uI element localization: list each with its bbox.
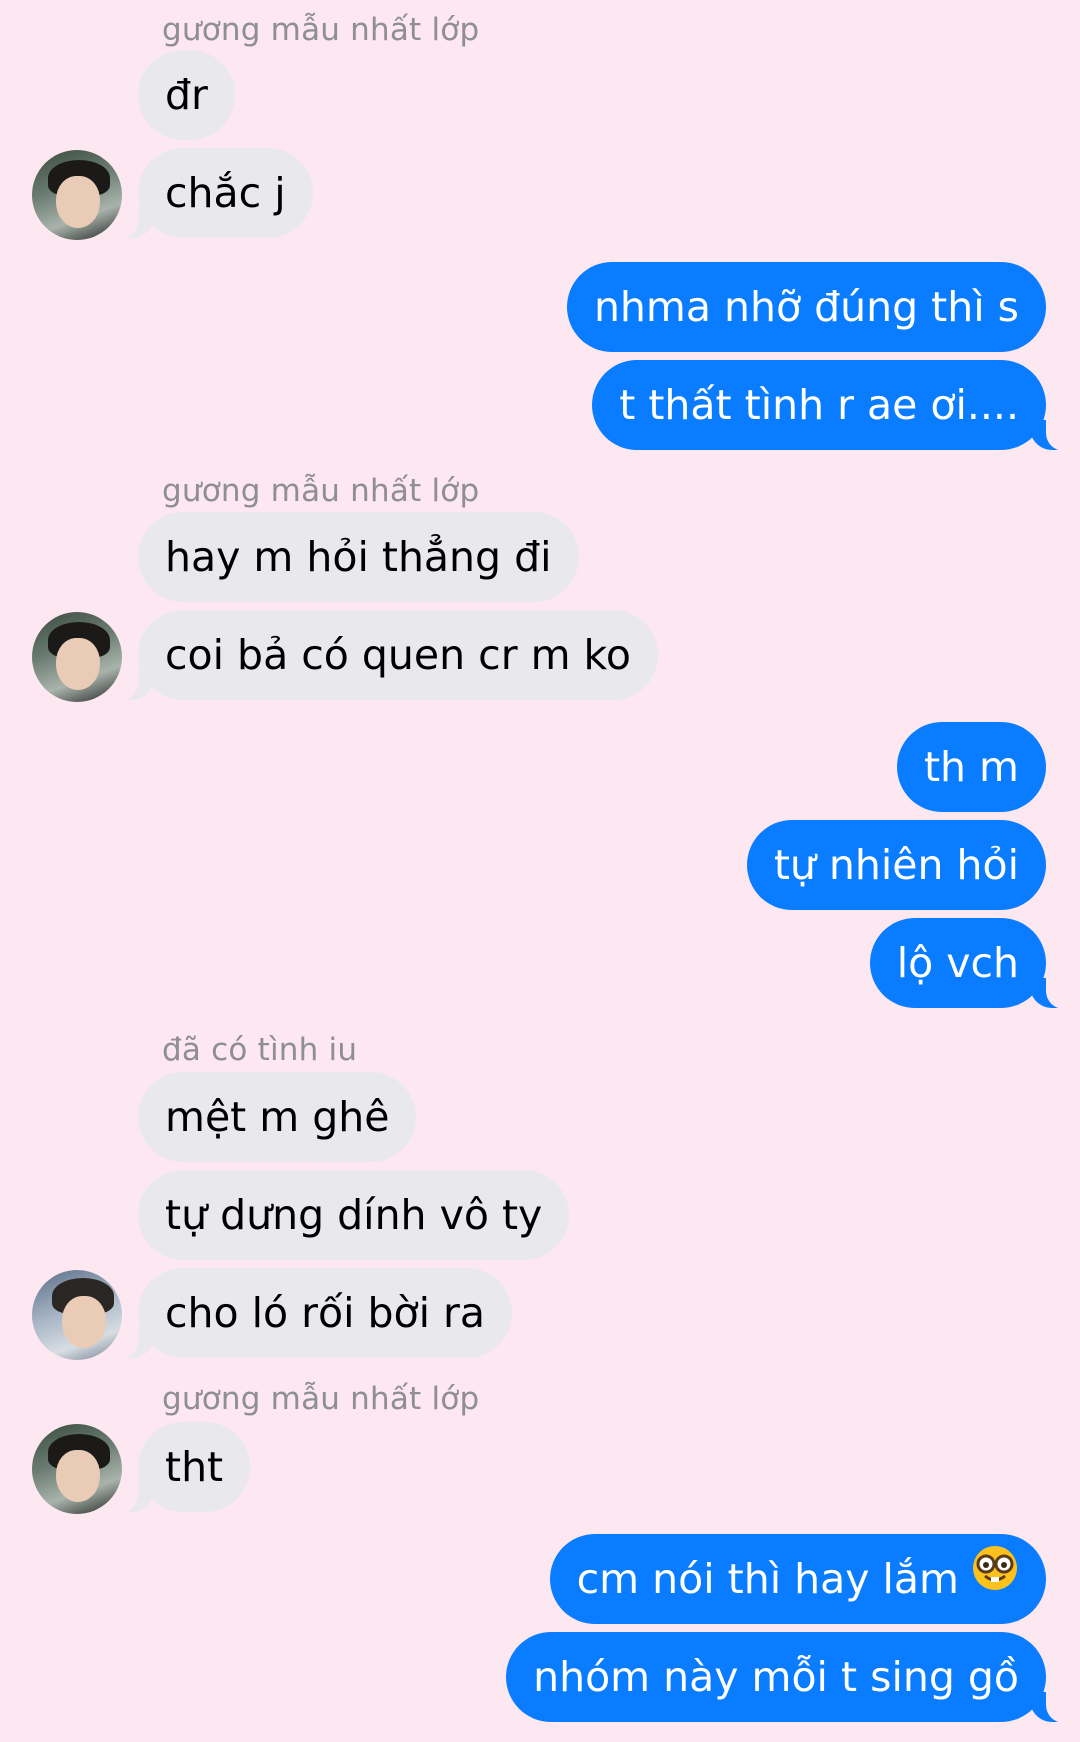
incoming-message[interactable]: hay m hỏi thẳng đi bbox=[138, 512, 579, 602]
incoming-message[interactable]: coi bả có quen cr m ko bbox=[112, 610, 658, 701]
outgoing-message[interactable]: nhma nhỡ đúng thì s bbox=[566, 262, 1046, 352]
avatar[interactable] bbox=[32, 612, 122, 702]
sender-name: gương mẫu nhất lớp bbox=[162, 12, 480, 48]
chat-thread: gương mẫu nhất lớp đr chắc j nhma nhỡ đú… bbox=[0, 0, 1080, 1742]
incoming-message[interactable]: chắc j bbox=[112, 148, 313, 239]
incoming-message[interactable]: cho ló rối bời ra bbox=[111, 1268, 513, 1359]
outgoing-message[interactable]: cm nói thì hay lắm bbox=[549, 1533, 1046, 1624]
nerd-face-emoji-icon bbox=[971, 1533, 1019, 1623]
avatar-face bbox=[56, 638, 100, 690]
message-text: cm nói thì hay lắm bbox=[576, 1555, 959, 1603]
sender-name: đã có tình iu bbox=[162, 1032, 358, 1068]
sender-name: gương mẫu nhất lớp bbox=[162, 473, 480, 509]
avatar-face bbox=[56, 176, 100, 228]
outgoing-message[interactable]: th m bbox=[896, 722, 1046, 812]
avatar-face bbox=[56, 1450, 100, 1502]
incoming-message[interactable]: tự dưng dính vô ty bbox=[138, 1170, 570, 1260]
incoming-message[interactable]: tht bbox=[111, 1422, 251, 1513]
outgoing-message[interactable]: lộ vch bbox=[869, 918, 1073, 1009]
avatar[interactable] bbox=[32, 1424, 122, 1514]
avatar-face bbox=[62, 1296, 106, 1348]
sender-name: gương mẫu nhất lớp bbox=[162, 1381, 480, 1417]
outgoing-message[interactable]: t thất tình r ae ơi.... bbox=[592, 360, 1072, 451]
avatar[interactable] bbox=[32, 150, 122, 240]
outgoing-message[interactable]: tự nhiên hỏi bbox=[746, 820, 1046, 910]
avatar[interactable] bbox=[32, 1270, 122, 1360]
incoming-message[interactable]: đr bbox=[138, 50, 235, 140]
outgoing-message[interactable]: nhóm này mỗi t sing gồ bbox=[506, 1632, 1072, 1723]
incoming-message[interactable]: mệt m ghê bbox=[138, 1072, 417, 1162]
